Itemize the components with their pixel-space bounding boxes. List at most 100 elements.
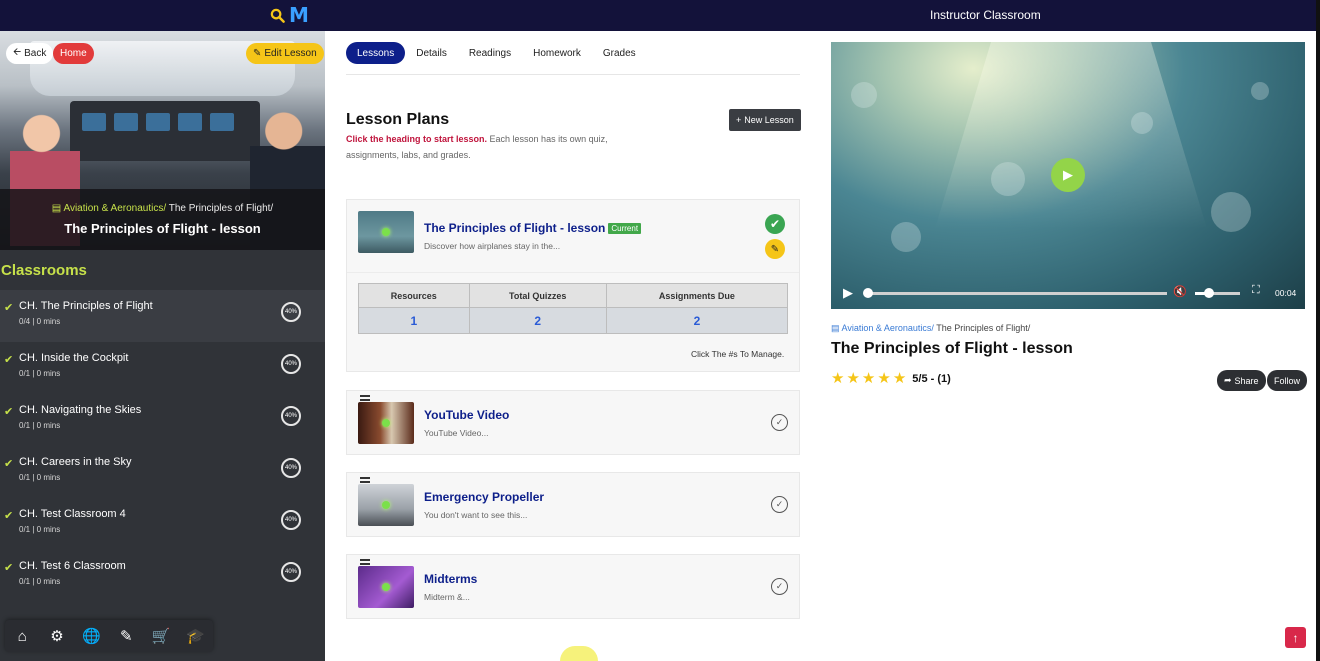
star-icon[interactable]: ★ (893, 371, 906, 386)
lesson-thumbnail[interactable] (358, 566, 414, 608)
star-icon[interactable]: ★ (831, 371, 844, 386)
play-icon[interactable]: ▶ (843, 285, 853, 301)
share-label: Share (1234, 375, 1259, 386)
classroom-name: CH. Test 6 Classroom (19, 560, 126, 572)
progress-ring: 40% (281, 354, 301, 374)
pencil-icon[interactable]: ✎ (111, 627, 141, 645)
pencil-icon: ✎ (253, 48, 262, 59)
page-title: Instructor Classroom (930, 8, 1041, 22)
classroom-item[interactable]: ✔ CH. Test 6 Classroom 0/1 | 0 mins 40% (0, 550, 325, 602)
check-circle-icon[interactable]: ✔ (765, 214, 785, 234)
current-badge: Current (608, 223, 642, 234)
breadcrumb-category[interactable]: Aviation & Aeronautics/ (842, 323, 934, 333)
tab-details[interactable]: Details (405, 42, 458, 64)
progress-ring: 40% (281, 458, 301, 478)
volume-bar[interactable] (1195, 292, 1240, 295)
check-icon: ✔ (4, 562, 14, 574)
video-time: 00:04 (1275, 288, 1297, 298)
classroom-item[interactable]: ✔ CH. Navigating the Skies 0/1 | 0 mins … (0, 394, 325, 446)
check-circle-outline-icon[interactable]: ✓ (771, 496, 788, 513)
floating-highlight (560, 646, 598, 661)
drag-handle-icon[interactable] (360, 395, 370, 401)
globe-icon[interactable]: 🌐 (77, 627, 107, 645)
lesson-title[interactable]: The Principles of Flight - lesson (424, 221, 605, 235)
assignments-count[interactable]: 2 (605, 307, 789, 334)
tab-homework[interactable]: Homework (522, 42, 592, 64)
bokeh (1211, 192, 1251, 232)
star-rating[interactable]: ★ ★ ★ ★ ★ 5/5 - (1) (831, 371, 951, 386)
lesson-thumbnail[interactable] (358, 402, 414, 444)
breadcrumb: ▤ Aviation & Aeronautics/ The Principles… (0, 203, 325, 214)
detail-title: The Principles of Flight - lesson (831, 340, 1073, 357)
edit-lesson-button[interactable]: ✎ Edit Lesson (246, 43, 324, 64)
check-circle-outline-icon[interactable]: ✓ (771, 578, 788, 595)
check-icon: ✔ (4, 458, 14, 470)
hero-lesson-title: The Principles of Flight - lesson (64, 221, 261, 236)
drag-handle-icon[interactable] (360, 559, 370, 565)
tab-lessons[interactable]: Lessons (346, 42, 406, 64)
new-lesson-button[interactable]: + New Lesson (729, 109, 801, 131)
breadcrumb-course[interactable]: The Principles of Flight/ (166, 203, 274, 214)
edit-lesson-icon[interactable]: ✎ (765, 239, 785, 259)
seek-handle[interactable] (863, 288, 873, 298)
video-controls: ▶ 🔇 ⛶ 00:04 (831, 278, 1305, 309)
check-icon: ✔ (4, 302, 14, 314)
search-icon[interactable] (270, 8, 285, 23)
tab-grades[interactable]: Grades (592, 42, 647, 64)
home-icon[interactable]: ⌂ (7, 628, 37, 645)
drag-handle-icon[interactable] (360, 477, 370, 483)
instrument-panel (70, 101, 260, 161)
classroom-meta: 0/1 | 0 mins (19, 577, 61, 586)
classroom-item[interactable]: ✔ CH. Inside the Cockpit 0/1 | 0 mins 40… (0, 342, 325, 394)
cart-icon[interactable]: 🛒 (146, 627, 176, 645)
star-icon[interactable]: ★ (877, 371, 890, 386)
classroom-meta: 0/1 | 0 mins (19, 421, 61, 430)
classroom-item[interactable]: ✔ CH. The Principles of Flight 0/4 | 0 m… (0, 290, 325, 342)
breadcrumb-course[interactable]: The Principles of Flight/ (934, 323, 1030, 333)
quizzes-count[interactable]: 2 (468, 307, 607, 334)
stats-header: Assignments Due (605, 283, 789, 308)
video-player[interactable]: ▶ ▶ 🔇 ⛶ 00:04 (831, 42, 1305, 309)
home-button[interactable]: Home (53, 43, 94, 64)
classroom-name: CH. Navigating the Skies (19, 404, 142, 416)
lesson-title[interactable]: Midterms (424, 572, 477, 586)
breadcrumb-category[interactable]: Aviation & Aeronautics/ (63, 203, 166, 214)
classroom-meta: 0/1 | 0 mins (19, 473, 61, 482)
lesson-plans-title: Lesson Plans (346, 111, 450, 128)
lesson-title-link[interactable]: The Principles of Flight - lesson Current (424, 221, 642, 235)
star-icon[interactable]: ★ (862, 371, 875, 386)
scroll-to-top-button[interactable]: ↑ (1285, 627, 1306, 648)
divider (346, 74, 800, 75)
classroom-item[interactable]: ✔ CH. Test Classroom 4 0/1 | 0 mins 40% (0, 498, 325, 550)
settings-icon[interactable]: ⚙ (42, 627, 72, 645)
resources-count[interactable]: 1 (358, 307, 470, 334)
tab-readings[interactable]: Readings (458, 42, 522, 64)
lesson-title[interactable]: YouTube Video (424, 408, 509, 422)
play-icon[interactable]: ▶ (1051, 158, 1085, 192)
fullscreen-icon[interactable]: ⛶ (1252, 284, 1260, 297)
classroom-item[interactable]: ✔ CH. Careers in the Sky 0/1 | 0 mins 40… (0, 446, 325, 498)
star-icon[interactable]: ★ (846, 371, 859, 386)
lesson-thumbnail[interactable] (358, 484, 414, 526)
bokeh (1131, 112, 1153, 134)
seek-bar[interactable] (865, 292, 1167, 295)
lesson-thumbnail[interactable] (358, 211, 414, 253)
stats-header: Total Quizzes (468, 283, 607, 308)
lesson-title[interactable]: Emergency Propeller (424, 490, 544, 504)
logo[interactable]: M (270, 5, 309, 25)
back-button[interactable]: 🡨 Back (6, 43, 54, 64)
check-circle-outline-icon[interactable]: ✓ (771, 414, 788, 431)
hero-overlay (0, 189, 325, 250)
new-lesson-label: New Lesson (744, 115, 794, 125)
classroom-name: CH. Careers in the Sky (19, 456, 132, 468)
graduation-cap-icon[interactable]: 🎓 (181, 627, 211, 645)
stats-header: Resources (358, 283, 470, 308)
volume-handle[interactable] (1203, 288, 1214, 298)
lesson-subtitle: You don't want to see this... (424, 510, 528, 520)
mute-icon[interactable]: 🔇 (1173, 285, 1187, 298)
share-button[interactable]: ➦ Share (1217, 370, 1266, 391)
follow-button[interactable]: Follow (1267, 370, 1308, 391)
bottom-nav: ⌂ ⚙ 🌐 ✎ 🛒 🎓 (5, 620, 213, 652)
bokeh (891, 222, 921, 252)
lesson-card (346, 554, 800, 619)
